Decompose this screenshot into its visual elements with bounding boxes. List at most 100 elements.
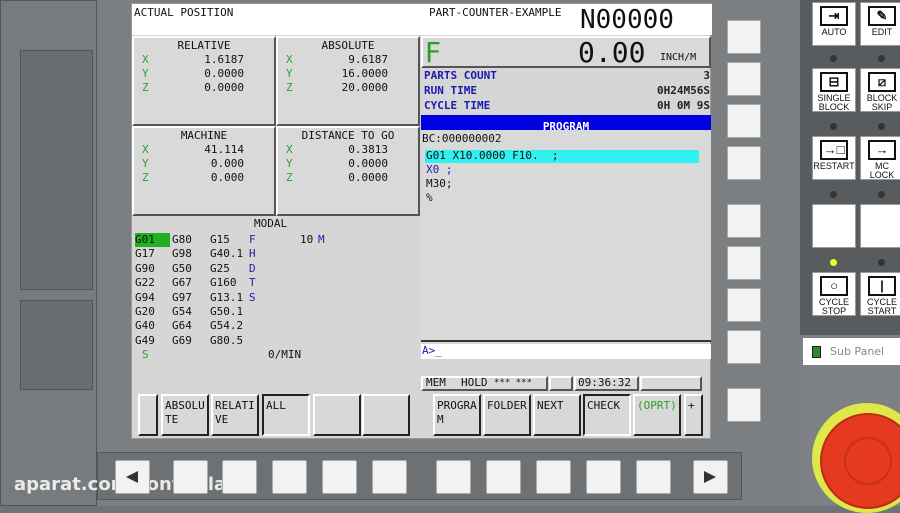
single-block-icon: ⊟ [820,72,848,92]
status-clock: 09:36:32 [578,376,631,389]
modal-code: G98 [172,247,192,261]
sequence-number: N00000 [580,5,674,35]
modal-code: G54.2 [210,319,244,333]
screen-header: ACTUAL POSITION PART-COUNTER-EXAMPLE N00… [132,4,712,35]
softkey[interactable] [313,394,361,436]
feed-unit: INCH/M [660,52,697,63]
machine-lock-icon: → [868,140,896,160]
modal-code: G15 [210,233,230,246]
softkey-hard-button[interactable] [636,460,671,494]
axis-label: X [286,53,293,66]
screen-side-button[interactable] [727,388,761,422]
operator-button-blank[interactable] [860,204,900,248]
screen-side-button[interactable] [727,204,761,238]
modal-code: T [249,276,256,290]
program-view[interactable]: BC:000000002 G01 X10.0000 F10. ; X0 ; M3… [421,130,711,342]
status-alarms: *** *** [494,378,532,388]
spindle-label: S [142,348,149,361]
axis-value: 0.0000 [204,67,244,80]
counter-value: 0H 0M 9S [657,99,710,112]
screen-side-button[interactable] [727,246,761,280]
modal-panel: MODAL S 0/MIN G01 G80 G15 F 10 M G17 G98 G40.1 H G… [132,215,420,391]
operator-button-mc-lock[interactable]: → MC LOCK [860,136,900,180]
modal-code: G54 [172,305,192,318]
softkey[interactable]: ABSOLU TE [161,394,209,436]
operator-button-auto[interactable]: ⇥ AUTO [812,2,856,46]
softkey-prev-button[interactable] [115,460,150,494]
axis-label: Z [142,81,149,94]
feed-label: F [425,36,442,69]
calculator-icon [812,346,821,358]
modal-code: G69 [172,333,192,347]
operator-button-edit[interactable]: ✎ EDIT [860,2,900,46]
modal-code: G97 [172,290,192,304]
counter-label: CYCLE TIME [424,99,491,112]
operator-panel: ⇥ AUTO ✎ EDIT ⊟ SINGLE BLOCK ⧄ BLOCK SKIP →□ REST… [800,0,900,335]
softkey[interactable]: CHECK [583,394,631,436]
operator-button-label: CYCLE START [866,297,897,316]
program-line: M30; [426,177,453,190]
screen-side-button[interactable] [727,62,761,96]
left-panel-lower [20,300,93,390]
sub-panel-titlebar: Sub Panel [803,338,900,365]
status-led [830,55,837,62]
softkey[interactable]: NEXT [533,394,581,436]
softkey-hard-button[interactable] [486,460,521,494]
modal-code: G64 [172,319,192,333]
screen-side-button[interactable] [727,146,761,180]
axis-value: 16.0000 [341,67,388,80]
bar-icon: | [868,276,896,296]
operator-button-blank[interactable] [812,204,856,248]
block-counter: BC:000000002 [422,132,502,145]
axis-label: Y [142,157,149,170]
modal-code: G94 [135,290,155,304]
status-state: HOLD [461,376,488,389]
softkey-hard-button[interactable] [586,460,621,494]
modal-code: F [249,233,256,246]
position-absolute: ABSOLUTE X 9.6187 Y 16.0000 Z 20.0000 [276,36,420,126]
softkey[interactable]: (OPRT) [633,394,681,436]
softkey[interactable]: RELATI VE [211,394,259,436]
screen-side-button[interactable] [727,104,761,138]
counter-value: 3 [703,69,710,82]
axis-label: Z [286,171,293,184]
softkey[interactable]: PROGRA M [433,394,481,436]
status-led [878,259,885,266]
screen-side-button[interactable] [727,288,761,322]
softkey-hard-button[interactable] [173,460,208,494]
restart-icon: →□ [820,140,848,160]
softkey-hard-button[interactable] [536,460,571,494]
cnc-screen: ACTUAL POSITION PART-COUNTER-EXAMPLE N00… [131,3,712,439]
modal-code: G90 [135,261,155,275]
softkey[interactable]: FOLDER [483,394,531,436]
softkey[interactable] [362,394,410,436]
operator-button-cycle-start[interactable]: | CYCLE START [860,272,900,316]
softkey[interactable]: ALL [262,394,310,436]
edit-pen-icon: ✎ [868,6,896,26]
softkey[interactable] [138,394,158,436]
operator-button-restart[interactable]: →□ RESTART [812,136,856,180]
softkey-next-button[interactable] [693,460,728,494]
counter-value: 0H24M56S [657,84,710,97]
operator-button-block-skip[interactable]: ⧄ BLOCK SKIP [860,68,900,112]
operator-button-single-block[interactable]: ⊟ SINGLE BLOCK [812,68,856,112]
modal-code: G13.1 [210,290,244,304]
status-led [830,123,837,130]
softkey-hard-button[interactable] [372,460,407,494]
softkey-hard-button[interactable] [272,460,307,494]
position-machine: MACHINE X 41.114 Y 0.000 Z 0.000 [132,126,276,216]
softkey[interactable]: + [684,394,703,436]
softkey-hard-button[interactable] [222,460,257,494]
softkey-hard-button[interactable] [436,460,471,494]
softkey-hard-button[interactable] [322,460,357,494]
modal-code: G22 [135,276,155,290]
modal-code: G50.1 [210,305,244,318]
screen-side-button[interactable] [727,20,761,54]
modal-code: G160 [210,276,237,290]
modal-code: G80 [172,233,192,246]
operator-button-cycle-stop[interactable]: ○ CYCLE STOP [812,272,856,316]
screen-side-button[interactable] [727,330,761,364]
status-led [878,123,885,130]
command-prompt: A>_ [422,344,442,357]
command-input[interactable]: A>_ [421,344,711,359]
